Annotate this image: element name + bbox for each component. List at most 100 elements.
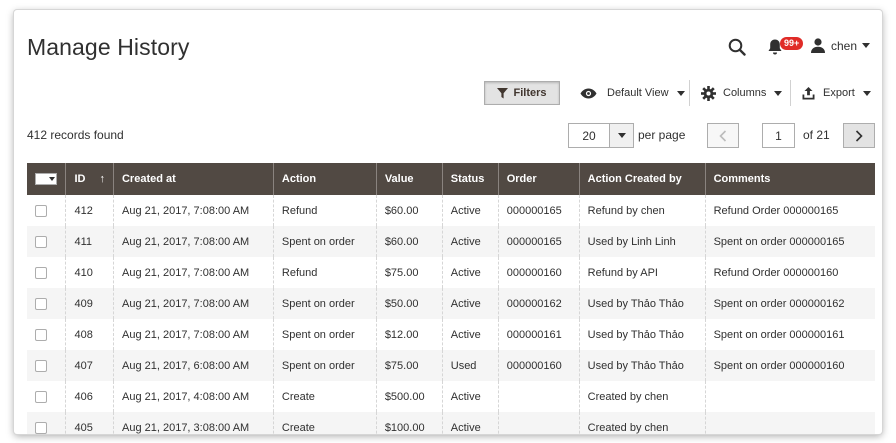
cell-comments: Spent on order 000000162 [704,288,875,319]
cell-action: Spent on order [272,288,377,319]
cell-action: Create [272,381,377,412]
cell-action: Spent on order [272,226,377,257]
cell-status: Active [441,226,499,257]
cell-comments [704,381,875,412]
row-checkbox[interactable] [35,328,47,341]
cell-value: $12.00 [375,319,443,350]
cell-order: 000000162 [497,288,580,319]
view-selector[interactable]: Default View [580,81,685,105]
eye-icon [580,88,597,98]
cell-created-at: Aug 21, 2017, 7:08:00 AM [112,195,274,226]
cell-action-created-by: Used by Linh Linh [578,226,706,257]
cell-status: Active [441,412,499,434]
row-checkbox[interactable] [35,235,47,248]
table-row[interactable]: 412 Aug 21, 2017, 7:08:00 AM Refund $60.… [27,195,875,226]
admin-panel: Manage History 99+ chen Filters Default … [14,10,882,434]
row-checkbox[interactable] [35,204,47,217]
cell-created-at: Aug 21, 2017, 7:08:00 AM [112,226,274,257]
column-header-comments[interactable]: Comments [704,163,875,195]
cell-action: Refund [272,257,377,288]
column-header-id[interactable]: ID ↑ [65,163,114,195]
cell-created-at: Aug 21, 2017, 7:08:00 AM [112,257,274,288]
table-row[interactable]: 405 Aug 21, 2017, 3:08:00 AM Create $100… [27,412,875,434]
filters-label: Filters [513,87,547,99]
per-page-toggle[interactable] [609,124,633,147]
cell-action-created-by: Created by chen [578,412,706,434]
per-page-select[interactable]: 20 [568,123,634,148]
cell-value: $60.00 [375,226,443,257]
page-title: Manage History [27,34,190,60]
export-selector[interactable]: Export [802,81,871,105]
cell-order [497,381,580,412]
search-icon[interactable] [728,38,746,56]
chevron-down-icon [774,90,783,96]
cell-created-at: Aug 21, 2017, 7:08:00 AM [112,319,274,350]
cell-created-at: Aug 21, 2017, 4:08:00 AM [112,381,274,412]
chevron-down-icon [862,43,871,48]
column-header-value[interactable]: Value [375,163,443,195]
cell-created-at: Aug 21, 2017, 7:08:00 AM [112,288,274,319]
table-row[interactable]: 409 Aug 21, 2017, 7:08:00 AM Spent on or… [27,288,875,319]
cell-status: Active [441,319,499,350]
cell-id: 410 [65,257,114,288]
row-checkbox[interactable] [35,266,47,279]
cell-action: Create [272,412,377,434]
columns-label: Columns [723,87,767,99]
cell-status: Active [441,195,499,226]
chevron-left-icon [719,129,727,142]
cell-status: Active [441,381,499,412]
cell-action-created-by: Refund by chen [578,195,706,226]
user-menu[interactable]: chen [811,38,871,53]
sort-ascending-icon: ↑ [99,173,105,185]
cell-value: $75.00 [375,257,443,288]
cell-id: 408 [65,319,114,350]
gear-icon [701,85,716,101]
mass-select-checkbox[interactable] [35,173,57,186]
cell-action-created-by: Used by Thảo Thảo [578,288,706,319]
user-icon [811,38,825,53]
table-row[interactable]: 407 Aug 21, 2017, 6:08:00 AM Spent on or… [27,350,875,381]
chevron-right-icon [855,129,863,142]
per-page-value: 20 [582,128,596,143]
cell-order: 000000161 [497,319,580,350]
cell-value: $50.00 [375,288,443,319]
table-row[interactable]: 410 Aug 21, 2017, 7:08:00 AM Refund $75.… [27,257,875,288]
row-checkbox[interactable] [35,359,47,372]
cell-action: Spent on order [272,319,377,350]
row-checkbox[interactable] [35,390,47,403]
previous-page-button[interactable] [707,123,739,148]
grid-header-row: ID ↑ Created at Action Value Status Order… [27,163,875,195]
cell-action: Spent on order [272,350,377,381]
cell-comments: Spent on order 000000165 [704,226,875,257]
cell-value: $100.00 [375,412,443,434]
cell-comments: Refund Order 000000165 [704,195,875,226]
chevron-down-icon [617,133,626,138]
row-checkbox[interactable] [35,297,47,310]
next-page-button[interactable] [843,123,875,148]
table-row[interactable]: 408 Aug 21, 2017, 7:08:00 AM Spent on or… [27,319,875,350]
column-header-created-at[interactable]: Created at [112,163,274,195]
cell-action-created-by: Used by Thảo Thảo [578,319,706,350]
cell-status: Used [441,350,499,381]
current-page-input[interactable]: 1 [762,123,795,148]
cell-order [497,412,580,434]
chevron-down-icon [862,90,871,96]
table-row[interactable]: 406 Aug 21, 2017, 4:08:00 AM Create $500… [27,381,875,412]
filters-button[interactable]: Filters [484,81,560,105]
column-header-status[interactable]: Status [441,163,499,195]
records-count: 412 records found [27,128,124,142]
column-header-action[interactable]: Action [272,163,377,195]
mass-action-header[interactable] [27,163,66,195]
column-header-order[interactable]: Order [497,163,580,195]
row-checkbox[interactable] [35,421,47,434]
cell-comments: Refund Order 000000160 [704,257,875,288]
cell-status: Active [441,288,499,319]
columns-selector[interactable]: Columns [701,81,783,105]
toolbar-divider [689,80,690,106]
cell-id: 407 [65,350,114,381]
cell-id: 405 [65,412,114,434]
column-header-action-created-by[interactable]: Action Created by [578,163,706,195]
table-row[interactable]: 411 Aug 21, 2017, 7:08:00 AM Spent on or… [27,226,875,257]
chevron-down-icon [676,90,685,96]
cell-action: Refund [272,195,377,226]
